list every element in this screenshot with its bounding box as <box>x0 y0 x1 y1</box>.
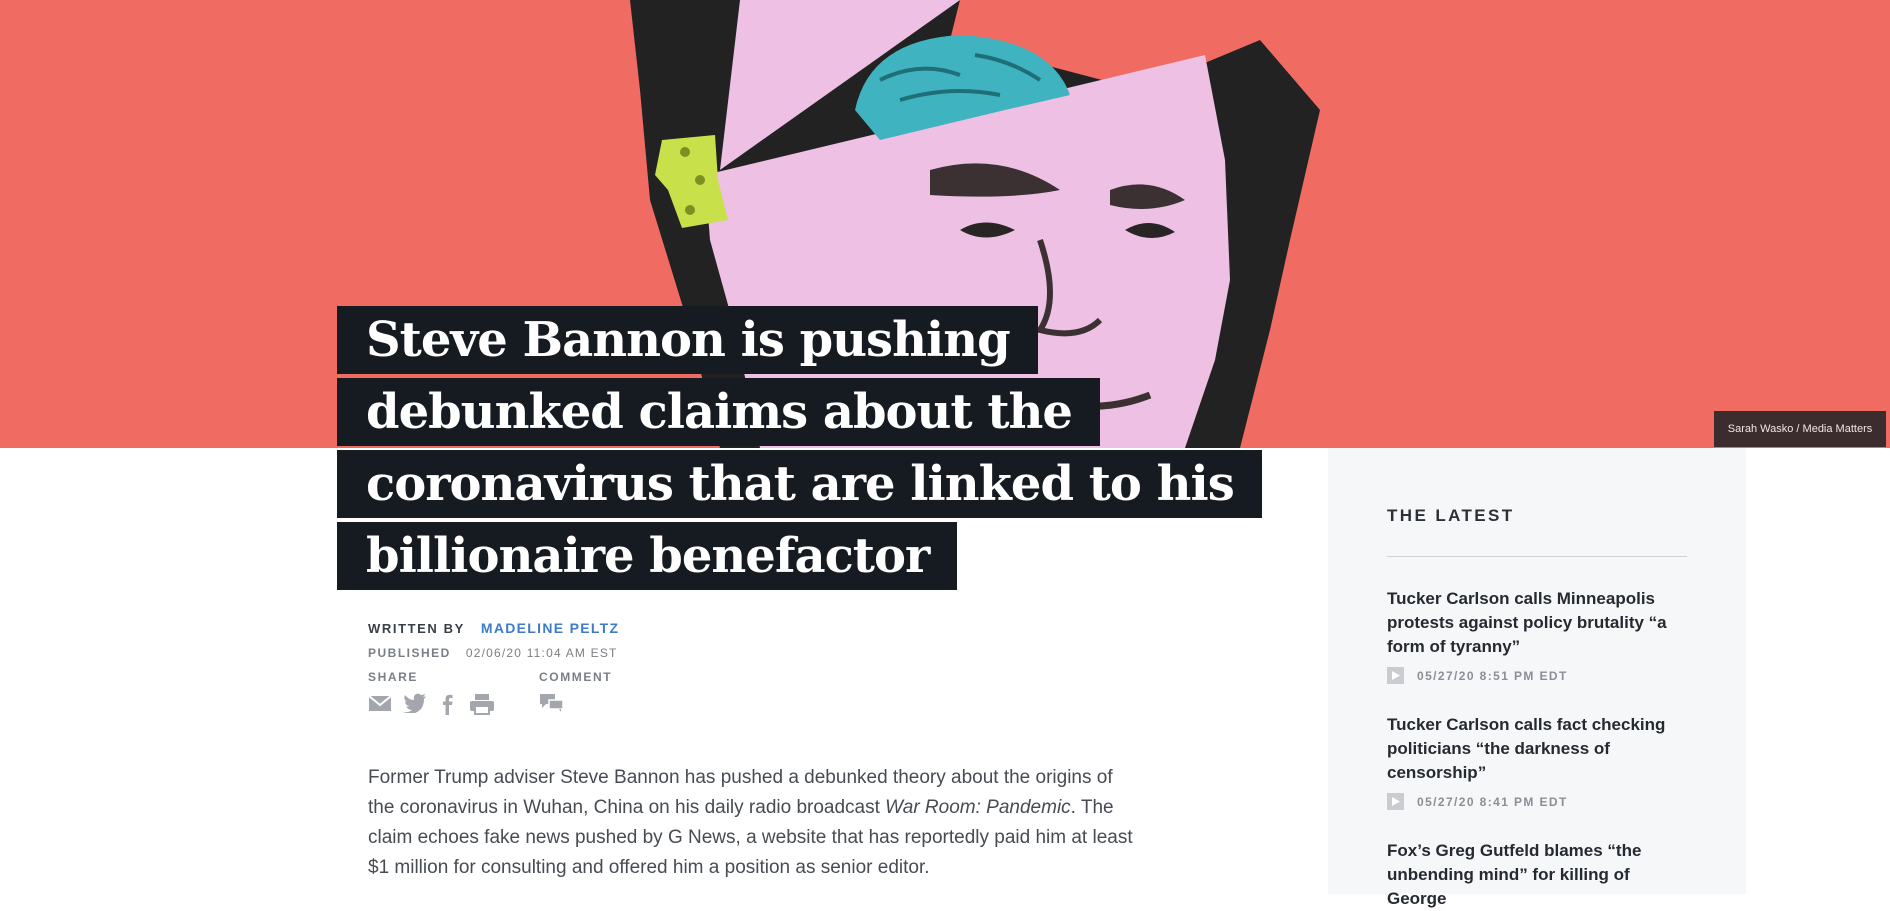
facebook-icon[interactable] <box>438 693 458 715</box>
print-icon[interactable] <box>469 693 495 715</box>
sidebar-title: THE LATEST <box>1387 506 1515 525</box>
latest-item-date: 05/27/20 8:41 PM EDT <box>1417 794 1568 809</box>
twitter-icon[interactable] <box>403 693 427 713</box>
article-headline: Steve Bannon is pushing debunked claims … <box>337 306 1262 594</box>
headline-line: coronavirus that are linked to his <box>337 450 1262 518</box>
latest-item-date: 05/27/20 8:51 PM EDT <box>1417 668 1568 683</box>
latest-item-meta: 05/27/20 8:51 PM EDT <box>1387 667 1687 684</box>
headline-line: Steve Bannon is pushing <box>337 306 1038 374</box>
article-meta: WRITTEN BY MADELINE PELTZ PUBLISHED 02/0… <box>368 620 619 660</box>
published-label: PUBLISHED <box>368 646 451 660</box>
headline-line: billionaire benefactor <box>337 522 958 590</box>
comment-label: COMMENT <box>539 670 613 684</box>
latest-item-meta: 05/27/20 8:41 PM EDT <box>1387 793 1687 810</box>
article-paragraph: Former Trump adviser Steve Bannon has pu… <box>368 763 1138 883</box>
play-icon <box>1387 793 1404 810</box>
latest-item-title[interactable]: Fox’s Greg Gutfeld blames “the unbending… <box>1387 839 1687 911</box>
published-date: 02/06/20 11:04 AM EST <box>465 646 618 660</box>
image-credit: Sarah Wasko / Media Matters <box>1714 411 1886 447</box>
latest-item[interactable]: Fox’s Greg Gutfeld blames “the unbending… <box>1387 839 1687 911</box>
latest-sidebar: THE LATEST Tucker Carlson calls Minneapo… <box>1328 448 1746 908</box>
share-section: SHARE <box>368 670 495 715</box>
comment-section: COMMENT <box>539 670 612 713</box>
email-icon[interactable] <box>368 693 392 713</box>
author-link[interactable]: MADELINE PELTZ <box>481 620 620 636</box>
play-icon <box>1387 667 1404 684</box>
show-title: War Room: Pandemic <box>885 797 1071 818</box>
share-label: SHARE <box>368 670 419 684</box>
written-by-label: WRITTEN BY <box>368 621 465 636</box>
latest-item[interactable]: Tucker Carlson calls Minneapolis protest… <box>1387 587 1687 684</box>
headline-line: debunked claims about the <box>337 378 1100 446</box>
sidebar-divider <box>1387 556 1687 557</box>
comment-icon[interactable] <box>539 693 565 713</box>
latest-item-title[interactable]: Tucker Carlson calls fact checking polit… <box>1387 713 1687 785</box>
latest-item-title[interactable]: Tucker Carlson calls Minneapolis protest… <box>1387 587 1687 659</box>
latest-item[interactable]: Tucker Carlson calls fact checking polit… <box>1387 713 1687 810</box>
article-body: Former Trump adviser Steve Bannon has pu… <box>368 763 1138 883</box>
